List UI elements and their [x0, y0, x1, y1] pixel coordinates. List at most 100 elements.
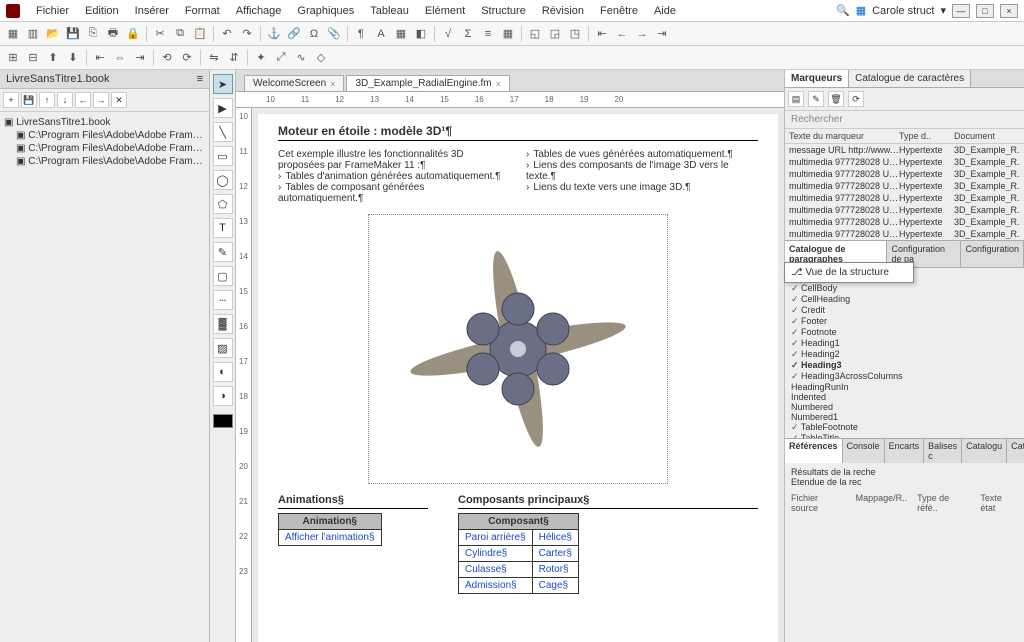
book-down-icon[interactable]: ↓: [57, 92, 73, 108]
user-chevron-icon[interactable]: ▾: [940, 4, 946, 17]
minimize-button[interactable]: —: [952, 4, 970, 18]
oval-tool[interactable]: ◯: [213, 170, 233, 190]
marker-row[interactable]: multimedia 977728028 U3D parts 65 -..Hyp…: [785, 216, 1024, 228]
para-item[interactable]: Indented: [791, 392, 1018, 402]
comp-link[interactable]: Rotor§: [539, 564, 569, 575]
link-icon[interactable]: 🔗: [285, 25, 303, 43]
marker-row[interactable]: multimedia 977728028 U3D animatio..Hyper…: [785, 156, 1024, 168]
rect-tool[interactable]: ▭: [213, 146, 233, 166]
color-swatch[interactable]: [213, 414, 233, 428]
book-tab[interactable]: LivreSansTitre1.book ≡: [0, 70, 209, 89]
scale-icon[interactable]: ⤢: [272, 49, 290, 67]
nav-first-icon[interactable]: ⇤: [593, 25, 611, 43]
list-icon[interactable]: ≡: [479, 25, 497, 43]
tree-root[interactable]: ▣ LivreSansTitre1.book: [4, 116, 205, 129]
flip-h-icon[interactable]: ⇋: [205, 49, 223, 67]
bright-tool[interactable]: ◐: [213, 362, 233, 382]
align-r-icon[interactable]: ⇥: [131, 49, 149, 67]
object-icon[interactable]: ◧: [412, 25, 430, 43]
anchor-icon[interactable]: ⚓: [265, 25, 283, 43]
new-doc-icon[interactable]: ▥: [24, 25, 42, 43]
dash-tool[interactable]: ┄: [213, 290, 233, 310]
marker-row[interactable]: multimedia 977728028 U3D parts 03 -..Hyp…: [785, 168, 1024, 180]
menu-fichier[interactable]: Fichier: [28, 5, 77, 17]
copy-icon[interactable]: ⧉: [171, 25, 189, 43]
paste-icon[interactable]: 📋: [191, 25, 209, 43]
marker-row[interactable]: multimedia 977728028 U3D parts 104..Hype…: [785, 192, 1024, 204]
nav-prev-icon[interactable]: ←: [613, 25, 631, 43]
book-del-icon[interactable]: ✕: [111, 92, 127, 108]
lock-icon[interactable]: 🔒: [124, 25, 142, 43]
comp-link[interactable]: Paroi arrière§: [465, 532, 526, 543]
close-icon[interactable]: ×: [496, 79, 501, 89]
marker-row[interactable]: multimedia 977728028 U3D parts 145..Hype…: [785, 204, 1024, 216]
para-item[interactable]: Footnote: [791, 327, 1018, 338]
para-item[interactable]: Numbered: [791, 402, 1018, 412]
fill-tool[interactable]: ▓: [213, 314, 233, 334]
close-button[interactable]: ×: [1000, 4, 1018, 18]
menu-edition[interactable]: Edition: [77, 5, 127, 17]
marker-del-icon[interactable]: 🗑: [828, 91, 844, 107]
pattern-tool[interactable]: ▨: [213, 338, 233, 358]
doc-tab-3d[interactable]: 3D_Example_RadialEngine.fm×: [346, 75, 509, 91]
image-frame[interactable]: [368, 214, 668, 484]
para-item[interactable]: Heading3: [791, 360, 1018, 371]
tab-char-catalog[interactable]: Catalogue de caractères: [849, 70, 971, 87]
line-tool[interactable]: ╲: [213, 122, 233, 142]
book-add-icon[interactable]: +: [3, 92, 19, 108]
para-icon[interactable]: ¶: [352, 25, 370, 43]
marker-row[interactable]: multimedia 977728028 U3D parts 04 -..Hyp…: [785, 180, 1024, 192]
book-left-icon[interactable]: ←: [75, 92, 91, 108]
ungroup-icon[interactable]: ⊟: [24, 49, 42, 67]
para-item[interactable]: TableFootnote: [791, 422, 1018, 433]
marker-edit-icon[interactable]: ✎: [808, 91, 824, 107]
panel-menu-icon[interactable]: ≡: [197, 73, 203, 85]
search-icon[interactable]: 🔍: [836, 4, 850, 17]
comp-link[interactable]: Carter§: [539, 548, 572, 559]
reshape-icon[interactable]: ◇: [312, 49, 330, 67]
grid-icon[interactable]: ▦: [499, 25, 517, 43]
comp-link[interactable]: Hélice§: [539, 532, 572, 543]
bottom-tab[interactable]: Console: [843, 439, 885, 463]
comp-link[interactable]: Culasse§: [465, 564, 507, 575]
back-icon[interactable]: ⬇: [64, 49, 82, 67]
new-icon[interactable]: ▦: [4, 25, 22, 43]
rotate-r-icon[interactable]: ⟳: [178, 49, 196, 67]
para-item[interactable]: CellHeading: [791, 294, 1018, 305]
menu-insérer[interactable]: Insérer: [127, 5, 177, 17]
undo-icon[interactable]: ↶: [218, 25, 236, 43]
tab-config[interactable]: Configuration: [961, 241, 1024, 267]
menu-fenêtre[interactable]: Fenêtre: [592, 5, 646, 17]
bottom-tab[interactable]: Catalogu: [1007, 439, 1024, 463]
para-item[interactable]: Footer: [791, 316, 1018, 327]
group-icon[interactable]: ⊞: [4, 49, 22, 67]
maximize-button[interactable]: □: [976, 4, 994, 18]
marker-row[interactable]: message URL http://www.plusdf.deHypertex…: [785, 144, 1024, 156]
menu-elément[interactable]: Elément: [417, 5, 473, 17]
close-icon[interactable]: ×: [330, 79, 335, 89]
bottom-tab[interactable]: Balises c: [924, 439, 962, 463]
bottom-tab[interactable]: Encarts: [885, 439, 925, 463]
doc-tab-welcome[interactable]: WelcomeScreen×: [244, 75, 344, 91]
select-tool[interactable]: ▶: [213, 98, 233, 118]
symbol-icon[interactable]: Ω: [305, 25, 323, 43]
color-tool[interactable]: ◑: [213, 386, 233, 406]
para-item[interactable]: Numbered1: [791, 412, 1018, 422]
para-item[interactable]: CellBody: [791, 283, 1018, 294]
nav-last-icon[interactable]: ⇥: [653, 25, 671, 43]
menu-affichage[interactable]: Affichage: [228, 5, 290, 17]
bottom-tab[interactable]: Références: [785, 439, 843, 463]
marker-refresh-icon[interactable]: ⟳: [848, 91, 864, 107]
smooth-icon[interactable]: ∿: [292, 49, 310, 67]
menu-aide[interactable]: Aide: [646, 5, 684, 17]
print-icon[interactable]: 🖶: [104, 25, 122, 43]
para-item[interactable]: Heading3AcrossColumns: [791, 371, 1018, 382]
rotate-l-icon[interactable]: ⟲: [158, 49, 176, 67]
snap-icon[interactable]: ✦: [252, 49, 270, 67]
comp-link[interactable]: Cylindre§: [465, 548, 507, 559]
frame-tool[interactable]: ▢: [213, 266, 233, 286]
flip-v-icon[interactable]: ⇵: [225, 49, 243, 67]
layout-icon[interactable]: ▦: [856, 4, 866, 17]
marker-all-icon[interactable]: ▤: [788, 91, 804, 107]
comp-link[interactable]: Admission§: [465, 580, 517, 591]
